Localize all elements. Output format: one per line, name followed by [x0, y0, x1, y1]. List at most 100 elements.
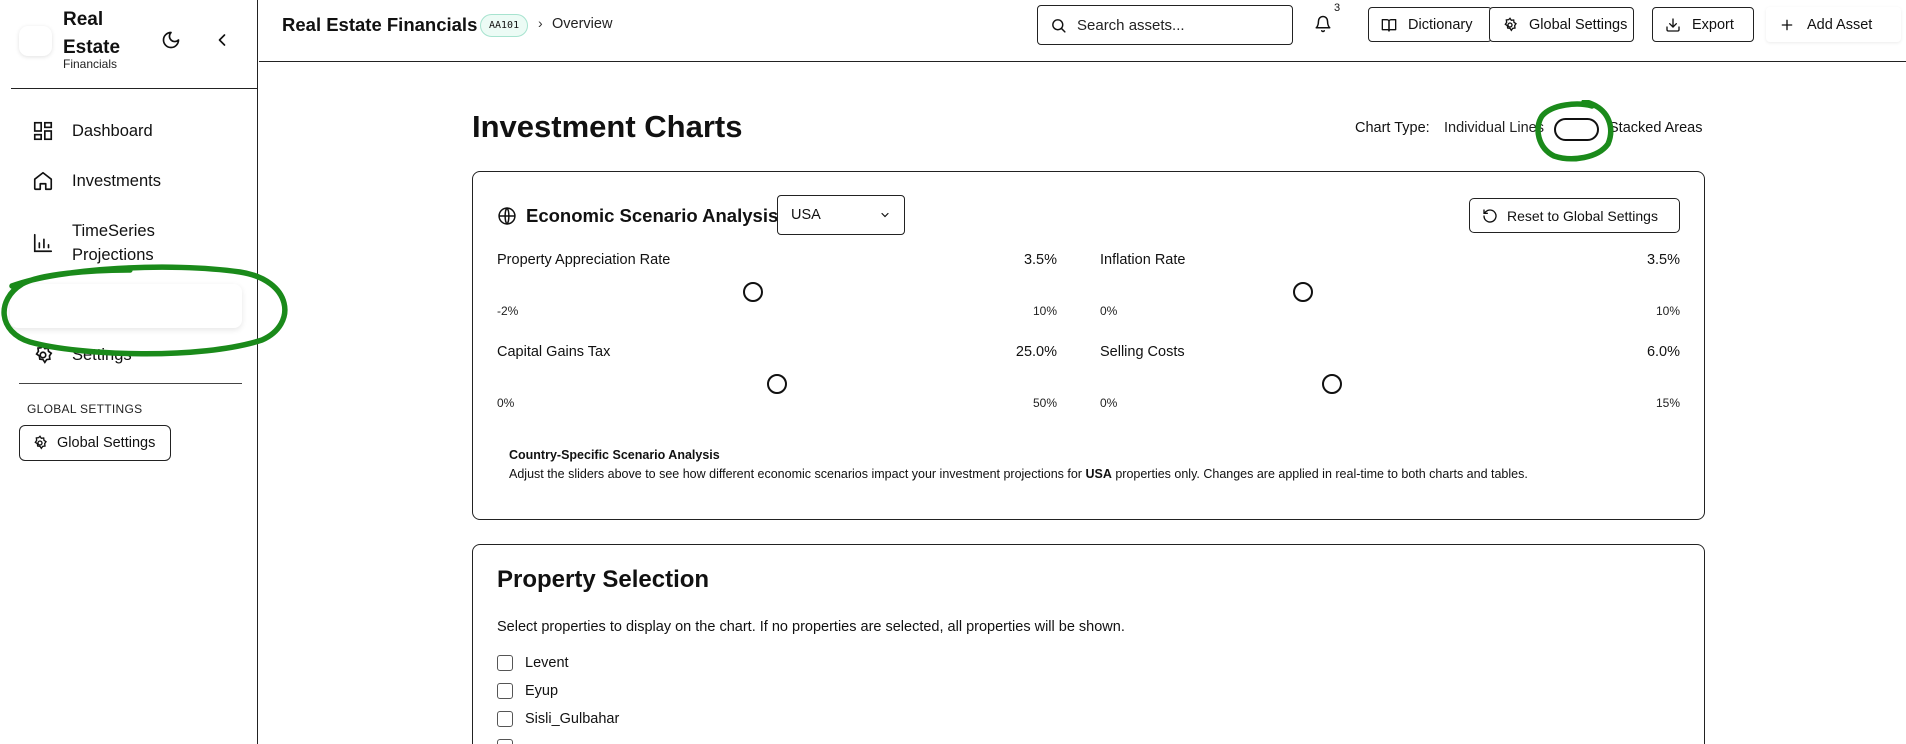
property-label: Eyup [525, 683, 559, 699]
chevron-down-icon [879, 209, 891, 221]
slider-min: 0% [1100, 396, 1118, 410]
add-asset-button[interactable]: Add Asset [1766, 7, 1901, 42]
dashboard-icon [32, 120, 54, 142]
add-asset-label: Add Asset [1807, 16, 1873, 33]
country-select[interactable]: USA [777, 195, 905, 235]
export-button[interactable]: Export [1652, 7, 1754, 42]
sidebar-item-label: Settings [72, 346, 132, 364]
chevron-left-icon[interactable] [212, 30, 232, 50]
search-input[interactable] [1077, 16, 1277, 34]
sidebar-divider [19, 383, 242, 384]
slider-thumb[interactable] [1322, 374, 1342, 394]
slider-value: 3.5% [1023, 252, 1057, 268]
book-icon [1381, 17, 1397, 33]
gear-icon [32, 344, 54, 366]
slider-value: 3.5% [1646, 252, 1680, 268]
property-checkbox-item[interactable] [497, 739, 513, 744]
chart-type-toggle[interactable] [1554, 118, 1599, 141]
slider-thumb[interactable] [1293, 282, 1313, 302]
scenario-note-text: Adjust the sliders above to see how diff… [509, 467, 1689, 481]
scenario-title: Economic Scenario Analysis [526, 205, 779, 226]
search-icon [1050, 17, 1067, 34]
sidebar-item-timeseries[interactable]: TimeSeries Projections [19, 219, 241, 267]
brand-title: Real Estate [63, 9, 121, 58]
slider-track[interactable] [497, 374, 1057, 394]
gear-icon [32, 435, 48, 451]
slider-min: 0% [497, 396, 515, 410]
globe-icon [497, 206, 517, 226]
slider-capital-gains-tax: Capital Gains Tax 25.0% 0% 50% [497, 344, 1057, 416]
breadcrumb-app-title[interactable]: Real Estate Financials [282, 14, 477, 36]
property-label: Sisli_Gulbahar [525, 711, 620, 727]
slider-thumb[interactable] [767, 374, 787, 394]
brand-subtitle: Financials [63, 57, 118, 71]
country-select-value: USA [791, 207, 821, 223]
slider-min: 0% [1100, 304, 1118, 318]
slider-value: 25.0% [1015, 344, 1057, 360]
slider-min: -2% [497, 304, 519, 318]
moon-icon[interactable] [161, 30, 181, 50]
sidebar-item-highlight[interactable] [10, 284, 242, 328]
global-settings-button[interactable]: Global Settings [1489, 7, 1634, 42]
slider-thumb[interactable] [743, 282, 764, 302]
property-label: Levent [525, 655, 569, 671]
global-settings-sidebar-button[interactable]: Global Settings [19, 425, 171, 461]
scenario-note-title: Country-Specific Scenario Analysis [509, 448, 720, 462]
sidebar-item-investments[interactable]: Investments [19, 169, 241, 193]
sidebar-item-label: TimeSeries Projections [72, 222, 155, 264]
checkbox[interactable] [497, 683, 513, 699]
home-icon [32, 170, 54, 192]
export-label: Export [1692, 16, 1734, 33]
note-suffix: properties only. Changes are applied in … [1111, 467, 1528, 481]
slider-label: Property Appreciation Rate [497, 252, 671, 268]
app-logo [19, 26, 52, 56]
bell-icon[interactable] [1314, 15, 1332, 33]
property-checkbox-item[interactable]: Levent [497, 655, 569, 671]
asset-code-badge: AA101 [480, 14, 529, 37]
sidebar-item-dashboard[interactable]: Dashboard [19, 119, 241, 143]
chart-type-lines-label: Individual Lines [1444, 120, 1544, 136]
sidebar-item-label: Investments [72, 172, 161, 190]
reset-to-global-button[interactable]: Reset to Global Settings [1469, 198, 1680, 233]
global-settings-label: Global Settings [1529, 16, 1628, 33]
checkbox[interactable] [497, 655, 513, 671]
global-settings-sidebar-label: Global Settings [57, 435, 156, 451]
slider-max: 15% [1655, 396, 1680, 410]
slider-track[interactable] [1100, 374, 1680, 394]
slider-appreciation-rate: Property Appreciation Rate 3.5% -2% 10% [497, 252, 1057, 324]
property-selection-title: Property Selection [497, 566, 710, 593]
slider-max: 10% [1032, 304, 1057, 318]
notification-count: 3 [1334, 2, 1341, 14]
sidebar-item-settings[interactable]: Settings [19, 343, 241, 367]
property-checkbox-item[interactable]: Sisli_Gulbahar [497, 711, 619, 727]
plus-icon [1779, 17, 1795, 33]
slider-value: 6.0% [1646, 344, 1680, 360]
sidebar-section-label: GLOBAL SETTINGS [27, 402, 143, 416]
reset-to-global-label: Reset to Global Settings [1507, 207, 1658, 224]
top-bar: Real Estate Financials AA101 › Overview … [259, 0, 1906, 62]
slider-selling-costs: Selling Costs 6.0% 0% 15% [1100, 344, 1680, 416]
slider-label: Selling Costs [1100, 344, 1185, 360]
note-prefix: Adjust the sliders above to see how diff… [509, 467, 1086, 481]
rotate-ccw-icon [1482, 208, 1498, 224]
bar-chart-icon [32, 232, 54, 254]
slider-track[interactable] [497, 282, 1057, 302]
checkbox[interactable] [497, 711, 513, 727]
chart-type-label: Chart Type: [1355, 120, 1430, 136]
slider-max: 50% [1032, 396, 1057, 410]
breadcrumb-current-page: Overview [552, 16, 613, 32]
property-selection-description: Select properties to display on the char… [497, 619, 1125, 635]
page-title: Investment Charts [472, 109, 743, 144]
search-box[interactable] [1037, 5, 1293, 45]
scenario-header: Economic Scenario Analysis [497, 205, 778, 227]
chart-type-areas-label: Stacked Areas [1609, 120, 1703, 136]
slider-track[interactable] [1100, 282, 1680, 302]
note-country: USA [1085, 467, 1112, 481]
slider-label: Inflation Rate [1100, 252, 1186, 268]
checkbox[interactable] [497, 739, 513, 744]
economic-scenario-card: Economic Scenario Analysis USA Reset to … [472, 171, 1705, 520]
dictionary-button[interactable]: Dictionary [1368, 7, 1492, 42]
property-checkbox-item[interactable]: Eyup [497, 683, 558, 699]
sidebar-item-label: Dashboard [72, 122, 153, 140]
slider-inflation-rate: Inflation Rate 3.5% 0% 10% [1100, 252, 1680, 324]
